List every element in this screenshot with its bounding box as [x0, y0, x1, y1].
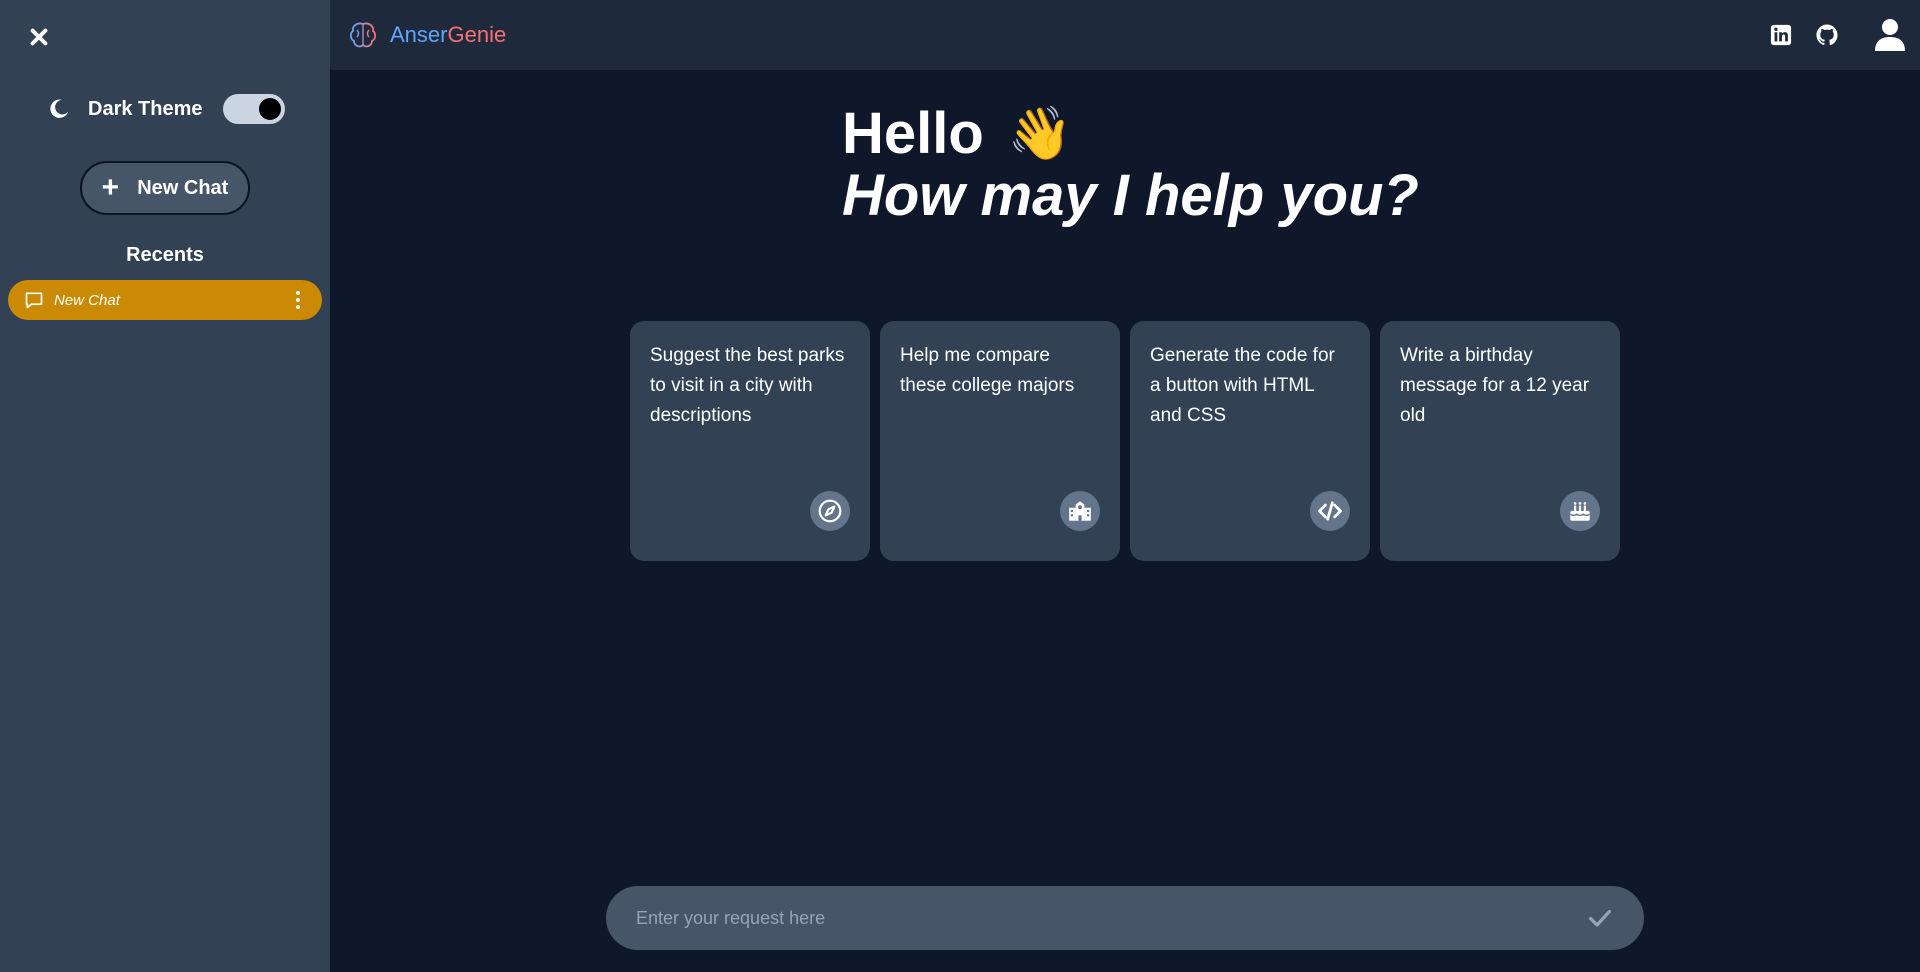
linkedin-icon[interactable]	[1770, 24, 1792, 46]
recent-chat-label: New Chat	[54, 291, 120, 309]
sidebar: Dark Theme + New Chat Recents New Chat	[0, 0, 330, 972]
theme-row: Dark Theme	[48, 92, 285, 126]
plus-icon: +	[101, 171, 120, 204]
github-icon[interactable]	[1816, 24, 1838, 46]
brand-name: AnserGenie	[390, 22, 507, 47]
close-sidebar-icon[interactable]	[26, 24, 52, 50]
send-check-icon[interactable]	[1586, 904, 1614, 932]
recents-heading: Recents	[126, 244, 204, 266]
card-text: Generate the code for a button with HTML…	[1150, 345, 1335, 426]
card-text: Help me compare these college majors	[900, 345, 1075, 396]
greeting-hello: Hello 👋	[842, 101, 1073, 166]
code-icon	[1310, 491, 1350, 531]
suggestion-card-college[interactable]: Help me compare these college majors	[880, 321, 1120, 561]
compass-icon	[810, 491, 850, 531]
theme-toggle[interactable]	[222, 94, 285, 124]
suggestion-card-birthday[interactable]: Write a birthday message for a 12 year o…	[1380, 321, 1620, 561]
brain-logo-icon	[349, 22, 377, 48]
top-header: AnserGenie	[330, 0, 1920, 70]
school-icon	[1060, 491, 1100, 531]
user-icon[interactable]	[1872, 16, 1908, 52]
new-chat-button[interactable]: + New Chat	[80, 161, 250, 215]
greeting-subtitle: How may I help you?	[842, 163, 1419, 228]
prompt-bar	[606, 886, 1644, 950]
more-options-icon[interactable]	[288, 288, 308, 312]
new-chat-label: New Chat	[137, 176, 229, 199]
suggestion-card-code[interactable]: Generate the code for a button with HTML…	[1130, 321, 1370, 561]
chat-bubble-icon	[25, 292, 43, 309]
moon-icon	[50, 99, 69, 118]
prompt-input[interactable]	[636, 907, 1586, 929]
toggle-knob	[258, 98, 281, 120]
waving-hand-icon: 👋	[1007, 105, 1073, 163]
recent-chat-item[interactable]: New Chat	[8, 280, 322, 320]
card-text: Write a birthday message for a 12 year o…	[1400, 345, 1590, 426]
cake-icon	[1560, 491, 1600, 531]
card-text: Suggest the best parks to visit in a cit…	[650, 345, 845, 426]
theme-label: Dark Theme	[88, 97, 203, 120]
suggestion-card-parks[interactable]: Suggest the best parks to visit in a cit…	[630, 321, 870, 561]
